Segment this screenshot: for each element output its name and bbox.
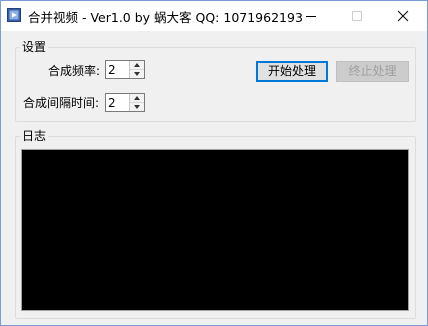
frequency-decrement-button[interactable] [130,70,144,78]
frequency-stepper[interactable]: 2 [105,60,145,79]
close-button[interactable] [380,1,426,30]
frequency-value[interactable]: 2 [108,62,116,78]
arrow-up-icon [134,63,140,67]
interval-value[interactable]: 2 [108,95,116,111]
minimize-icon [306,16,316,17]
window-title: 合并视频 - Ver1.0 by 蜗大客 QQ: 1071962193 [28,10,303,25]
arrow-up-icon [134,96,140,100]
maximize-icon [352,11,362,21]
app-icon [7,8,21,22]
interval-stepper-arrows [129,94,144,111]
frequency-increment-button[interactable] [130,61,144,70]
interval-label: 合成间隔时间: [23,96,100,110]
start-processing-button[interactable]: 开始处理 [256,61,328,82]
arrow-down-icon [134,72,140,76]
interval-stepper[interactable]: 2 [105,93,145,112]
log-output[interactable] [21,149,409,311]
interval-decrement-button[interactable] [130,103,144,111]
title-bar[interactable]: 合并视频 - Ver1.0 by 蜗大客 QQ: 1071962193 [1,1,427,31]
main-window: 合并视频 - Ver1.0 by 蜗大客 QQ: 1071962193 设置 合… [0,0,428,326]
settings-group-label: 设置 [20,39,49,55]
maximize-button [334,1,380,30]
frequency-stepper-arrows [129,61,144,78]
interval-increment-button[interactable] [130,94,144,103]
close-icon [397,10,409,22]
arrow-down-icon [134,105,140,109]
minimize-button[interactable] [288,1,334,30]
stop-processing-button: 终止处理 [336,61,409,82]
frequency-label: 合成频率: [48,64,101,78]
log-group-label: 日志 [20,128,49,144]
